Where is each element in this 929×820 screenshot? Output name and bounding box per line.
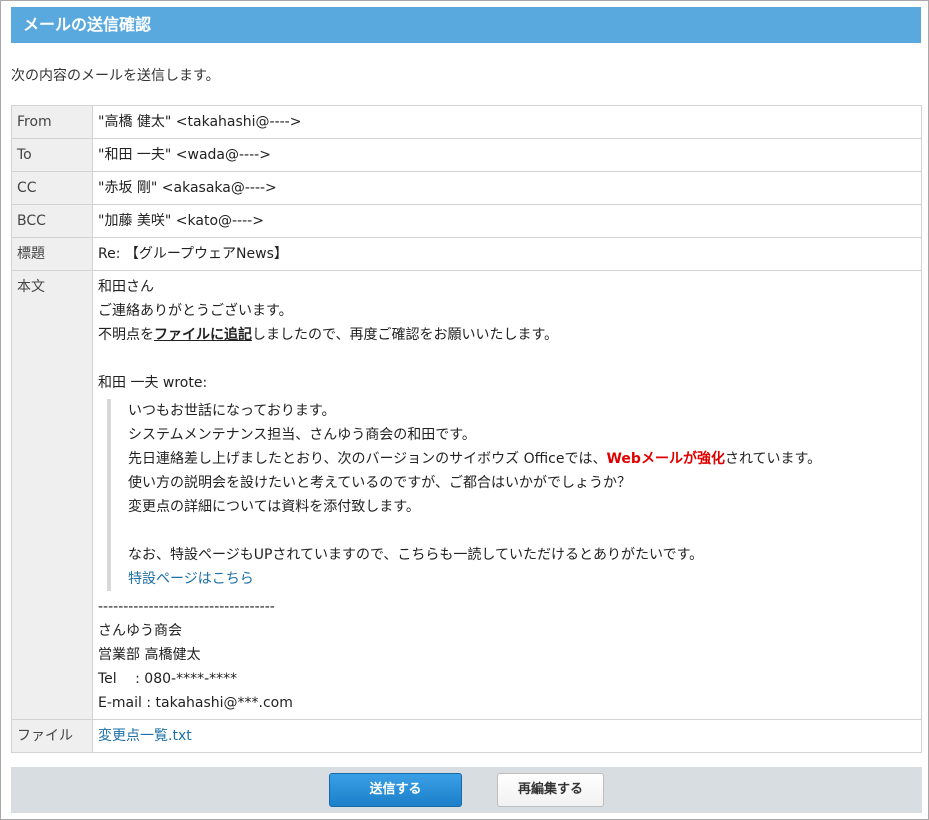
- cc-row: CC "赤坂 剛" <akasaka@---->: [11, 171, 922, 205]
- body-line-request-prefix: 不明点を: [98, 327, 154, 343]
- action-bar: 送信する 再編集する: [11, 767, 922, 813]
- file-label: ファイル: [11, 719, 93, 753]
- body-content: 和田さん ご連絡ありがとうございます。 不明点をファイルに追記しましたので、再度…: [92, 270, 922, 720]
- body-label: 本文: [11, 270, 93, 720]
- from-row: From "高橋 健太" <takahashi@---->: [11, 105, 922, 139]
- quote-attribution: 和田 一夫 wrote:: [98, 375, 208, 391]
- from-label: From: [11, 105, 93, 139]
- mail-summary-table: From "高橋 健太" <takahashi@----> To "和田 一夫"…: [11, 105, 922, 753]
- emphasis-file-note: ファイルに追記: [154, 327, 252, 343]
- bcc-row: BCC "加藤 美咲" <kato@---->: [11, 204, 922, 238]
- subject-row: 標題 Re: 【グループウェアNews】: [11, 237, 922, 271]
- body-line-request: 不明点をファイルに追記しましたので、再度ご確認をお願いいたします。: [98, 323, 916, 347]
- quote-line: 変更点の詳細については資料を添付致します。: [128, 499, 420, 515]
- signature-email: E-mail : takahashi@***.com: [98, 695, 293, 711]
- special-page-link[interactable]: 特設ページはこちら: [128, 571, 254, 587]
- page-title: メールの送信確認: [11, 7, 921, 43]
- reedit-button[interactable]: 再編集する: [497, 773, 604, 807]
- quote-line: システムメンテナンス担当、さんゆう商会の和田です。: [128, 427, 476, 443]
- body-row: 本文 和田さん ご連絡ありがとうございます。 不明点をファイルに追記しましたので…: [11, 270, 922, 720]
- quote-line: なお、特設ページもUPされていますので、こちらも一読していただけるとありがたいで…: [128, 547, 704, 563]
- body-greeting: 和田さん: [98, 279, 154, 295]
- quote-line-prefix: 先日連絡差し上げましたとおり、次のバージョンのサイボウズ Officeでは、: [128, 451, 607, 467]
- quote-line-suffix: されています。: [724, 451, 822, 467]
- signature-tel: Tel : 080-****-****: [98, 671, 238, 687]
- signature-company: さんゆう商会: [98, 623, 182, 639]
- from-value: "高橋 健太" <takahashi@---->: [92, 105, 922, 139]
- bcc-label: BCC: [11, 204, 93, 238]
- signature-name: 営業部 高橋健太: [98, 647, 201, 663]
- file-value: 変更点一覧.txt: [92, 719, 922, 753]
- quote-line: 先日連絡差し上げましたとおり、次のバージョンのサイボウズ Officeでは、We…: [128, 447, 916, 471]
- bcc-value: "加藤 美咲" <kato@---->: [92, 204, 922, 238]
- subject-value: Re: 【グループウェアNews】: [92, 237, 922, 271]
- file-row: ファイル 変更点一覧.txt: [11, 719, 922, 753]
- attachment-link[interactable]: 変更点一覧.txt: [98, 728, 192, 744]
- quote-line: 使い方の説明会を設けたいと考えているのですが、ご都合はいかがでしょうか？: [128, 475, 632, 491]
- quote-highlight: Webメールが強化: [606, 451, 725, 467]
- send-button[interactable]: 送信する: [329, 773, 462, 807]
- to-label: To: [11, 138, 93, 172]
- body-line-request-suffix: しましたので、再度ご確認をお願いいたします。: [252, 327, 559, 343]
- intro-text: 次の内容のメールを送信します。: [11, 68, 220, 84]
- subject-label: 標題: [11, 237, 93, 271]
- body-line-thanks: ご連絡ありがとうございます。: [98, 303, 293, 319]
- signature-divider: -----------------------------------: [98, 599, 275, 615]
- cc-value: "赤坂 剛" <akasaka@---->: [92, 171, 922, 205]
- to-row: To "和田 一夫" <wada@---->: [11, 138, 922, 172]
- quoted-message: いつもお世話になっております。 システムメンテナンス担当、さんゆう商会の和田です…: [107, 399, 916, 591]
- mail-confirm-window: メールの送信確認 次の内容のメールを送信します。 From "高橋 健太" <t…: [0, 0, 929, 820]
- to-value: "和田 一夫" <wada@---->: [92, 138, 922, 172]
- quote-line: いつもお世話になっております。: [128, 403, 336, 419]
- cc-label: CC: [11, 171, 93, 205]
